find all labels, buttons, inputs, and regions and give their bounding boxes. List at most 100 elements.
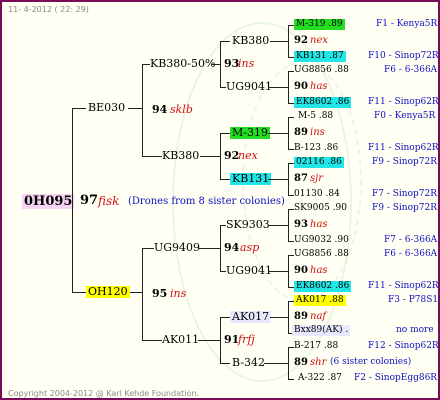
gen2-id: AK011 bbox=[162, 333, 200, 346]
gen3-id: KB131 bbox=[230, 172, 272, 185]
gen4-id: EK8602 .86 bbox=[294, 281, 352, 292]
connector bbox=[268, 87, 288, 88]
connector bbox=[142, 64, 143, 156]
gen4-id: B-123 .86 bbox=[294, 143, 339, 153]
gen4-line: F9 - Sinop72R bbox=[372, 157, 437, 167]
gen4-line: no more bbox=[396, 325, 434, 335]
connector bbox=[72, 292, 86, 293]
connector bbox=[220, 363, 230, 364]
gen4-id: SK9005 .90 bbox=[294, 203, 347, 213]
gen1-1-year: 95 bbox=[152, 287, 168, 300]
gen4-line: F11 - Sinop62R bbox=[368, 281, 439, 291]
connector bbox=[268, 133, 288, 134]
gen4-line: F7 - 6-366A bbox=[384, 235, 438, 245]
root-drone-note: (Drones from 8 sister colonies) bbox=[128, 196, 285, 207]
connector bbox=[220, 317, 230, 318]
copyright: Copyright 2004-2012 @ Karl Kehde Foundat… bbox=[8, 389, 199, 398]
gen4-breeder: ins bbox=[310, 127, 325, 138]
gen4-year: 92 bbox=[294, 35, 308, 46]
connector bbox=[288, 117, 289, 149]
gen2-0-year: 94 bbox=[152, 103, 168, 116]
connector bbox=[220, 317, 221, 363]
gen4-line: F2 - SinopEgg86R bbox=[354, 373, 438, 383]
gen3-2-breeder: nex bbox=[238, 149, 258, 162]
gen4-year: 89 bbox=[294, 311, 308, 322]
gen2-3-breeder: frfj bbox=[238, 333, 255, 346]
gen4-year: 89 bbox=[294, 357, 308, 368]
gen4-breeder: shr bbox=[310, 357, 327, 368]
gen3-4-breeder: asp bbox=[240, 241, 260, 254]
connector bbox=[142, 248, 154, 249]
connector bbox=[220, 133, 230, 134]
gen3-id: AK017 bbox=[230, 310, 272, 323]
connector bbox=[288, 379, 294, 380]
gen4-id: B-217 .88 bbox=[294, 341, 339, 351]
connector bbox=[270, 317, 288, 318]
connector bbox=[198, 340, 220, 341]
gen2-id: KB380 bbox=[162, 149, 200, 162]
gen3-id: KB380 bbox=[232, 34, 270, 47]
gen4-breeder: has bbox=[310, 219, 328, 230]
gen4-id: AK017 .88 bbox=[294, 295, 346, 306]
root-queen-id: 0H095 bbox=[22, 194, 75, 209]
connector bbox=[268, 271, 288, 272]
connector bbox=[268, 179, 288, 180]
gen4-year: 89 bbox=[294, 127, 308, 138]
gen4-id: EK8602 .86 bbox=[294, 97, 352, 108]
gen4-id: A-322 .87 bbox=[298, 373, 342, 383]
connector bbox=[288, 209, 289, 241]
root-year: 97 bbox=[80, 193, 99, 208]
connector bbox=[142, 64, 150, 65]
connector bbox=[264, 363, 288, 364]
gen4-year: 90 bbox=[294, 81, 308, 92]
gen3-id: UG9041 bbox=[226, 80, 273, 93]
gen4-id: M-319 .89 bbox=[294, 19, 345, 30]
gen4-breeder: has bbox=[310, 81, 328, 92]
connector bbox=[288, 301, 289, 333]
gen4-drone-note: (6 sister colonies) bbox=[330, 357, 412, 367]
connector bbox=[220, 41, 221, 87]
gen3-id: UG9041 bbox=[226, 264, 273, 277]
root-breeder: fisk bbox=[98, 194, 120, 208]
gen4-year: 87 bbox=[294, 173, 308, 184]
connector bbox=[220, 41, 230, 42]
connector bbox=[198, 248, 220, 249]
gen4-id: M-5 .88 bbox=[298, 111, 334, 121]
gen4-id: 01130 .84 bbox=[294, 189, 340, 199]
gen2-id: UG9409 bbox=[154, 241, 201, 254]
connector bbox=[130, 292, 142, 293]
gen3-4-year: 94 bbox=[224, 241, 240, 254]
connector bbox=[270, 41, 288, 42]
gen3-id: M-319 bbox=[230, 126, 270, 139]
gen4-year: 93 bbox=[294, 219, 308, 230]
connector bbox=[220, 179, 230, 180]
gen3-id: B-342 bbox=[232, 356, 265, 369]
gen4-breeder: sjr bbox=[310, 173, 324, 184]
sire-id: BE030 bbox=[88, 101, 126, 114]
gen3-id: SK9303 bbox=[226, 218, 270, 231]
pedigree-chart: 11- 4-2012 ( 22: 29) 0H095 97 fisk (Dron… bbox=[0, 0, 440, 400]
gen4-line: F6 - 6-366A bbox=[384, 249, 438, 259]
gen4-line: F1 - Kenya5R bbox=[376, 19, 438, 29]
print-date: 11- 4-2012 ( 22: 29) bbox=[8, 5, 89, 14]
gen4-line: F12 - Sinop62R bbox=[368, 341, 439, 351]
dam-id: OH120 bbox=[86, 285, 130, 298]
connector bbox=[288, 117, 294, 118]
gen4-line: F3 - P78S1 bbox=[388, 295, 439, 305]
connector bbox=[142, 248, 143, 340]
gen4-line: F11 - Sinop62R bbox=[368, 143, 439, 153]
connector bbox=[288, 163, 289, 195]
gen4-line: F9 - Sinop72R bbox=[372, 203, 437, 213]
connector bbox=[288, 347, 289, 379]
connector bbox=[72, 108, 73, 292]
gen2-0-breeder: sklb bbox=[170, 103, 193, 116]
gen4-id: UG8856 .88 bbox=[294, 249, 349, 259]
connector bbox=[268, 225, 288, 226]
gen4-line: F7 - Sinop72R bbox=[372, 189, 437, 199]
gen4-id: UG8856 .88 bbox=[294, 65, 349, 75]
gen4-line: F6 - 6-366A bbox=[384, 65, 438, 75]
gen4-year: 90 bbox=[294, 265, 308, 276]
connector bbox=[142, 156, 162, 157]
connector bbox=[212, 64, 220, 65]
gen4-id: KB131 .87 bbox=[294, 51, 346, 62]
